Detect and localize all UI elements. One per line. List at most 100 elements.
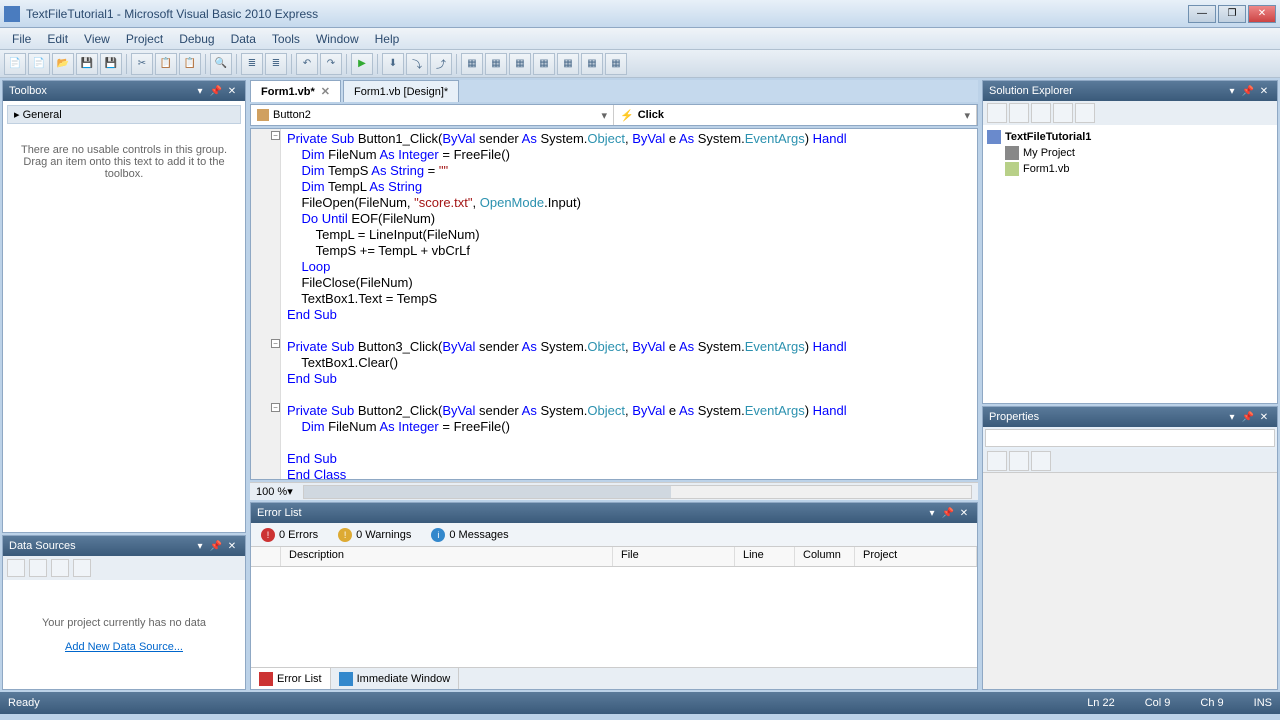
- ds-button-4[interactable]: [73, 559, 91, 577]
- tool-button-2[interactable]: ▦: [485, 53, 507, 75]
- minimize-button[interactable]: —: [1188, 5, 1216, 23]
- project-node[interactable]: TextFileTutorial1: [987, 129, 1273, 145]
- data-sources-pin-icon[interactable]: 📌: [209, 539, 223, 553]
- col-index[interactable]: [251, 547, 281, 566]
- tab-form1-vb[interactable]: Form1.vb* ✕: [250, 80, 341, 102]
- toolbox-group-general[interactable]: ▸ General: [7, 105, 241, 124]
- save-all-button[interactable]: 💾: [100, 53, 122, 75]
- redo-button[interactable]: ↷: [320, 53, 342, 75]
- se-refresh-button[interactable]: [1031, 103, 1051, 123]
- properties-object-dropdown[interactable]: [985, 429, 1275, 447]
- col-line[interactable]: Line: [735, 547, 795, 566]
- toolbox-dropdown-icon[interactable]: ▾: [193, 84, 207, 98]
- menu-window[interactable]: Window: [308, 30, 367, 48]
- class-dropdown[interactable]: Button2: [251, 105, 614, 125]
- se-view-code-button[interactable]: [1053, 103, 1073, 123]
- toolbox-close-icon[interactable]: ✕: [225, 84, 239, 98]
- copy-button[interactable]: 📋: [155, 53, 177, 75]
- tab-close-icon[interactable]: ✕: [321, 85, 330, 98]
- new-project-button[interactable]: 📄: [4, 53, 26, 75]
- menu-data[interactable]: Data: [223, 30, 264, 48]
- add-item-button[interactable]: 📄: [28, 53, 50, 75]
- solexp-dropdown-icon[interactable]: ▾: [1225, 84, 1239, 98]
- cut-button[interactable]: ✂: [131, 53, 153, 75]
- tool-button-7[interactable]: ▦: [605, 53, 627, 75]
- paste-button[interactable]: 📋: [179, 53, 201, 75]
- errors-filter[interactable]: !0 Errors: [255, 526, 324, 544]
- ds-button-1[interactable]: [7, 559, 25, 577]
- menu-edit[interactable]: Edit: [39, 30, 76, 48]
- data-sources-close-icon[interactable]: ✕: [225, 539, 239, 553]
- prop-pages-button[interactable]: [1031, 451, 1051, 471]
- tab-form1-design[interactable]: Form1.vb [Design]*: [343, 80, 459, 102]
- horizontal-scrollbar[interactable]: [303, 485, 972, 499]
- properties-pin-icon[interactable]: 📌: [1241, 410, 1255, 424]
- tab-error-list[interactable]: Error List: [251, 668, 331, 689]
- undo-button[interactable]: ↶: [296, 53, 318, 75]
- col-description[interactable]: Description: [281, 547, 613, 566]
- se-show-all-button[interactable]: [1009, 103, 1029, 123]
- tool-button-5[interactable]: ▦: [557, 53, 579, 75]
- menu-debug[interactable]: Debug: [171, 30, 222, 48]
- form1-vb-node[interactable]: Form1.vb: [987, 161, 1273, 177]
- app-icon: [4, 6, 20, 22]
- error-list-pin-icon[interactable]: 📌: [941, 506, 955, 520]
- error-list-dropdown-icon[interactable]: ▾: [925, 506, 939, 520]
- tool-button-4[interactable]: ▦: [533, 53, 555, 75]
- properties-title: Properties: [989, 411, 1223, 423]
- properties-dropdown-icon[interactable]: ▾: [1225, 410, 1239, 424]
- message-icon: i: [431, 528, 445, 542]
- fold-icon[interactable]: −: [271, 131, 280, 140]
- ds-button-3[interactable]: [51, 559, 69, 577]
- code-editor[interactable]: − − − Private Sub Button1_Click(ByVal se…: [250, 128, 978, 480]
- tool-button-1[interactable]: ▦: [461, 53, 483, 75]
- menu-help[interactable]: Help: [367, 30, 408, 48]
- start-button[interactable]: ▶: [351, 53, 373, 75]
- solexp-pin-icon[interactable]: 📌: [1241, 84, 1255, 98]
- toolbox-title: Toolbox: [9, 85, 191, 97]
- menu-tools[interactable]: Tools: [264, 30, 308, 48]
- uncomment-button[interactable]: ≣: [265, 53, 287, 75]
- tool-button-3[interactable]: ▦: [509, 53, 531, 75]
- zoom-level[interactable]: 100 %: [256, 486, 287, 498]
- save-button[interactable]: 💾: [76, 53, 98, 75]
- vb-file-icon: [1005, 162, 1019, 176]
- open-button[interactable]: 📂: [52, 53, 74, 75]
- prop-categorized-button[interactable]: [987, 451, 1007, 471]
- error-list-icon: [259, 672, 273, 686]
- solexp-close-icon[interactable]: ✕: [1257, 84, 1271, 98]
- maximize-button[interactable]: ❐: [1218, 5, 1246, 23]
- warnings-filter[interactable]: !0 Warnings: [332, 526, 417, 544]
- toolbox-pin-icon[interactable]: 📌: [209, 84, 223, 98]
- fold-icon[interactable]: −: [271, 339, 280, 348]
- my-project-node[interactable]: My Project: [987, 145, 1273, 161]
- menu-view[interactable]: View: [76, 30, 118, 48]
- properties-close-icon[interactable]: ✕: [1257, 410, 1271, 424]
- warning-icon: !: [338, 528, 352, 542]
- tab-immediate-window[interactable]: Immediate Window: [331, 668, 460, 689]
- step-over-button[interactable]: ⤵: [406, 53, 428, 75]
- data-sources-dropdown-icon[interactable]: ▾: [193, 539, 207, 553]
- se-view-designer-button[interactable]: [1075, 103, 1095, 123]
- col-file[interactable]: File: [613, 547, 735, 566]
- menu-project[interactable]: Project: [118, 30, 171, 48]
- step-out-button[interactable]: ⤴: [430, 53, 452, 75]
- method-dropdown[interactable]: ⚡Click: [614, 105, 977, 125]
- find-button[interactable]: 🔍: [210, 53, 232, 75]
- ds-button-2[interactable]: [29, 559, 47, 577]
- col-project[interactable]: Project: [855, 547, 977, 566]
- toolbox-empty-message: There are no usable controls in this gro…: [7, 124, 241, 200]
- messages-filter[interactable]: i0 Messages: [425, 526, 514, 544]
- prop-alphabetical-button[interactable]: [1009, 451, 1029, 471]
- col-column[interactable]: Column: [795, 547, 855, 566]
- error-list-close-icon[interactable]: ✕: [957, 506, 971, 520]
- close-button[interactable]: ✕: [1248, 5, 1276, 23]
- comment-button[interactable]: ≣: [241, 53, 263, 75]
- tool-button-6[interactable]: ▦: [581, 53, 603, 75]
- se-properties-button[interactable]: [987, 103, 1007, 123]
- menu-file[interactable]: File: [4, 30, 39, 48]
- fold-icon[interactable]: −: [271, 403, 280, 412]
- add-data-source-link[interactable]: Add New Data Source...: [65, 641, 183, 653]
- data-sources-panel: Data Sources ▾ 📌 ✕ Your project currentl…: [2, 535, 246, 690]
- step-into-button[interactable]: ⬇: [382, 53, 404, 75]
